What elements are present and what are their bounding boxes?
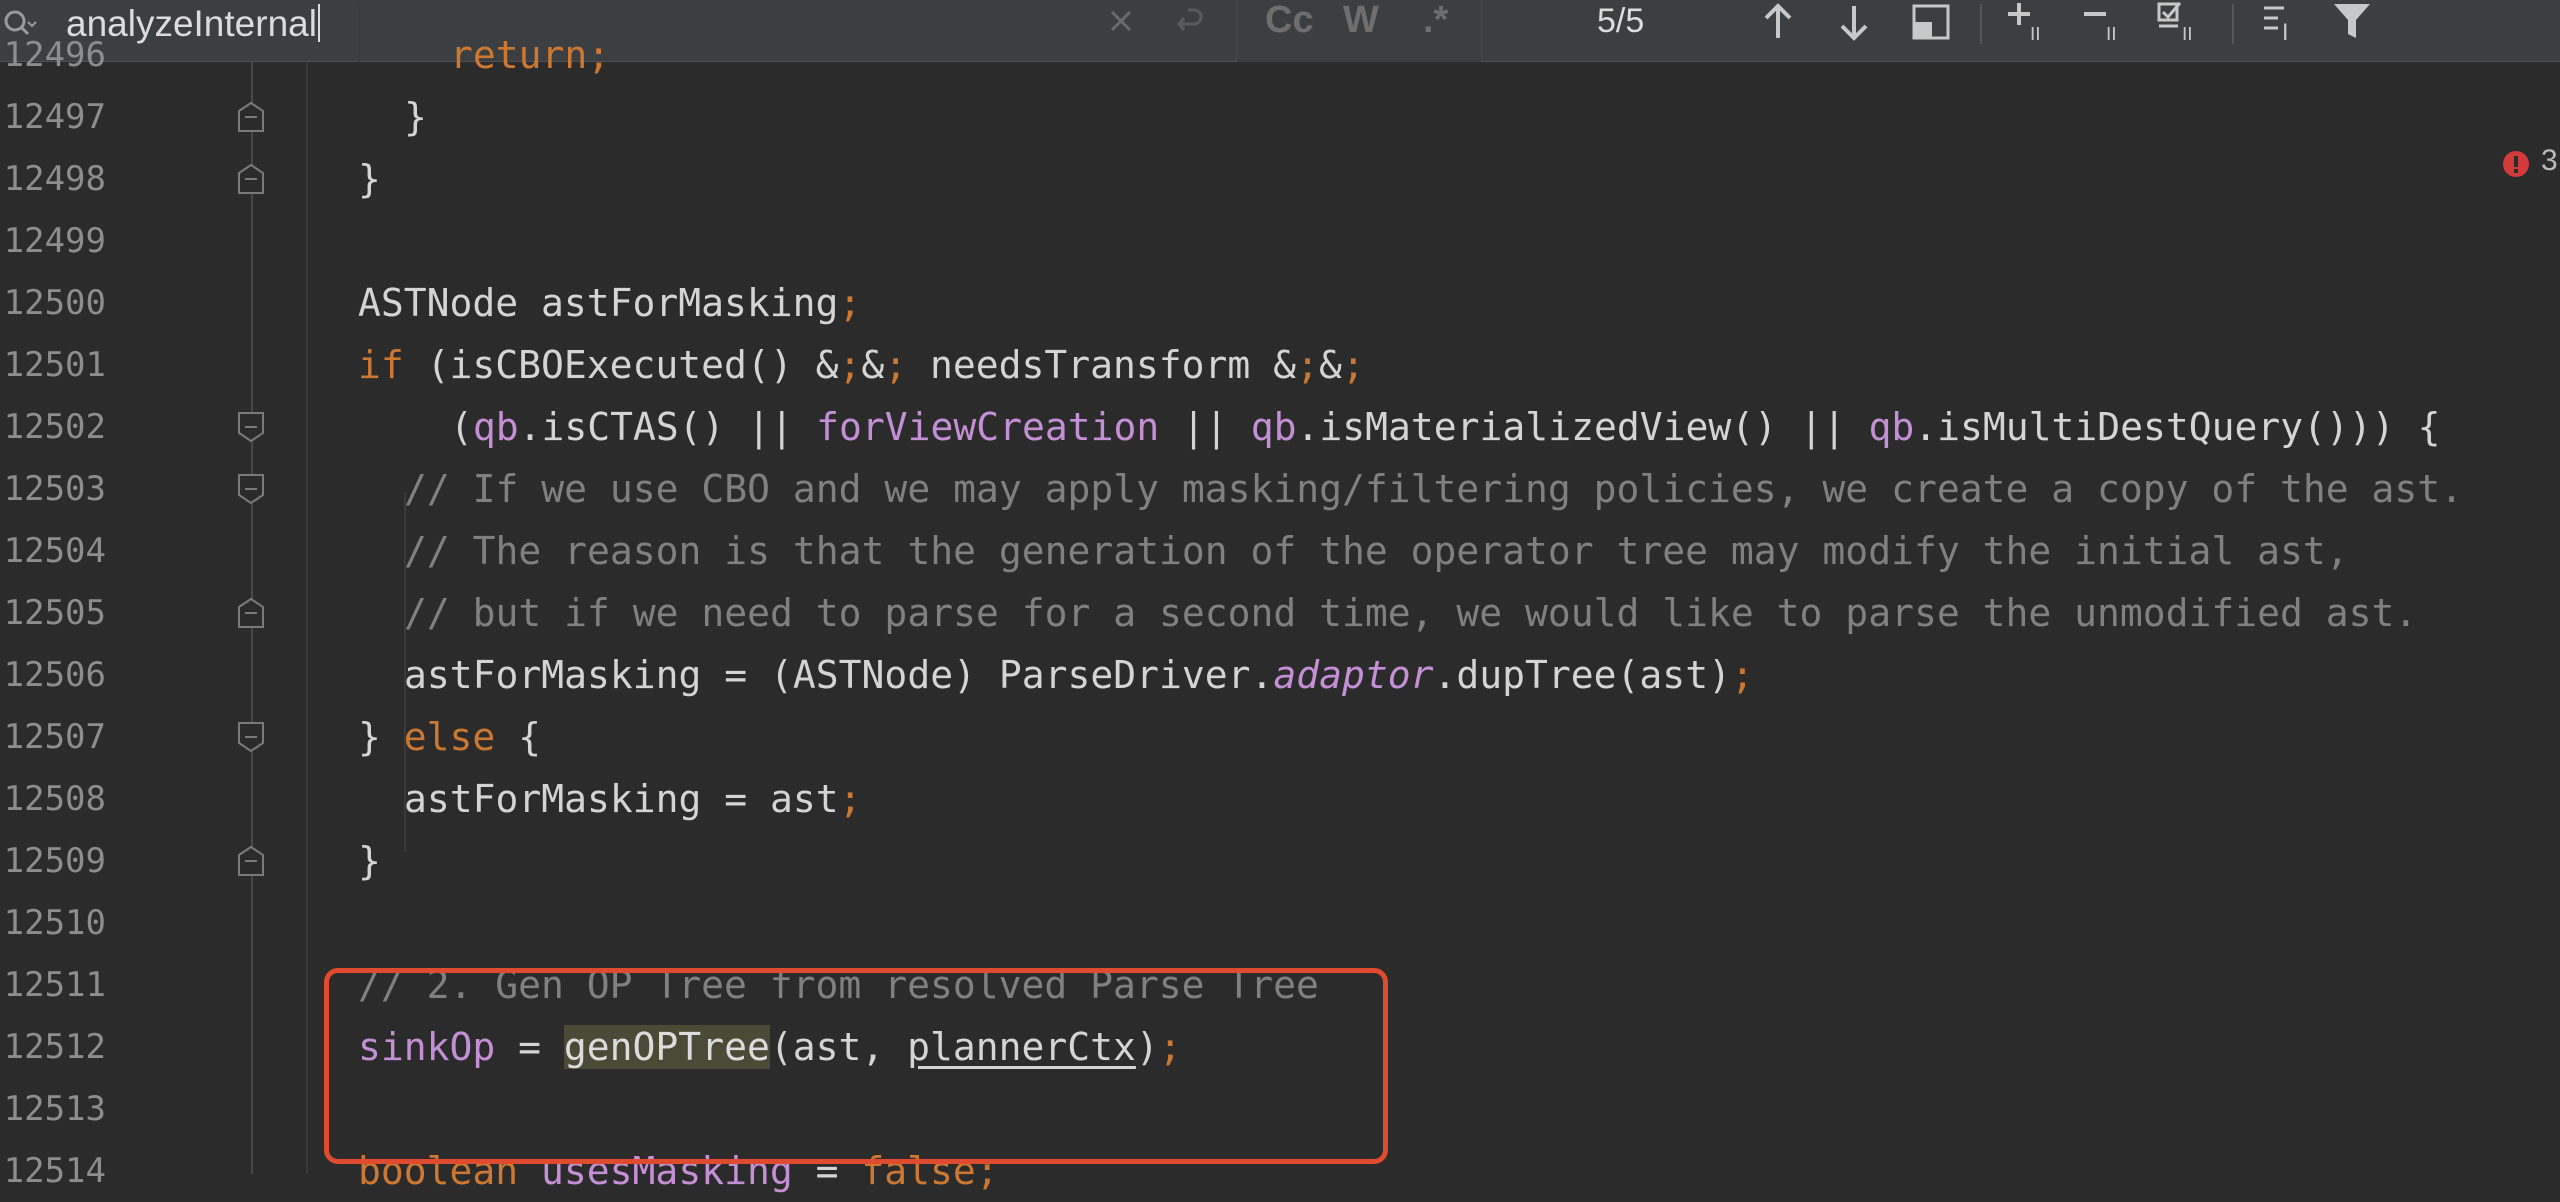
code-editor[interactable]: 12496 return; 12497} 12498} 12499 12500 ASTNod… <box>0 2 2560 1193</box>
line-number: 12509 <box>3 841 106 881</box>
code-text[interactable]: } else { <box>358 706 541 768</box>
code-text[interactable]: (qb.isCTAS() || forViewCreation || qb.is… <box>450 396 2440 458</box>
code-line: 12510 <box>0 892 2560 954</box>
line-number: 12502 <box>3 407 106 447</box>
code-line: 12505 // but if we need to parse for a se… <box>0 582 2560 644</box>
code-text[interactable]: // If we use CBO and we may apply maskin… <box>404 458 2463 520</box>
line-number: 12506 <box>3 655 106 695</box>
code-text[interactable]: // The reason is that the generation of … <box>404 520 2349 582</box>
code-line: 12509} <box>0 830 2560 892</box>
error-count: 3 <box>2541 144 2558 177</box>
code-text[interactable]: } <box>358 830 381 892</box>
line-number: 12504 <box>3 531 106 571</box>
line-number: 12503 <box>3 469 106 509</box>
fold-marker-icon[interactable] <box>236 845 266 877</box>
line-number: 12507 <box>3 717 106 757</box>
code-line: 12504 // The reason is that the generatio… <box>0 520 2560 582</box>
code-line: 12508 astForMasking = ast; <box>0 768 2560 830</box>
fold-marker-icon[interactable] <box>236 721 266 753</box>
fold-marker-icon[interactable] <box>236 101 266 133</box>
indent-guide <box>358 2 360 62</box>
indent-guide <box>404 492 406 822</box>
line-number: 12498 <box>3 159 106 199</box>
code-line: 12507 } else { <box>0 706 2560 768</box>
code-line: 12498} <box>0 148 2560 210</box>
line-number: 12499 <box>3 221 106 261</box>
fold-marker-icon[interactable] <box>236 411 266 443</box>
line-number: 12512 <box>3 1027 106 1067</box>
line-number: 12497 <box>3 97 106 137</box>
line-number: 12500 <box>3 283 106 323</box>
code-line: 12496 return; <box>0 24 2560 86</box>
code-text[interactable]: return; <box>450 24 610 86</box>
code-line: 12506 astForMasking = (ASTNode) ParseDriv… <box>0 644 2560 706</box>
code-text[interactable]: astForMasking = ast; <box>404 768 862 830</box>
indent-guide <box>404 792 406 852</box>
line-number: 12501 <box>3 345 106 385</box>
code-text[interactable]: if (isCBOExecuted() &;&; needsTransform … <box>358 334 1365 396</box>
line-number: 12513 <box>3 1089 106 1129</box>
code-line: 12501 if (isCBOExecuted() &;&; needsTrans… <box>0 334 2560 396</box>
code-line: 12497} <box>0 86 2560 148</box>
fold-marker-icon[interactable] <box>236 597 266 629</box>
code-text[interactable]: // but if we need to parse for a second … <box>404 582 2417 644</box>
line-number: 12511 <box>3 965 106 1005</box>
line-number: 12514 <box>3 1151 106 1191</box>
indent-guide <box>306 62 308 1174</box>
code-text[interactable]: } <box>358 148 381 210</box>
code-text[interactable]: ASTNode astForMasking; <box>358 272 861 334</box>
code-text[interactable]: } <box>404 86 427 148</box>
line-number: 12496 <box>3 35 106 75</box>
error-icon <box>2503 151 2529 177</box>
code-line: 12502 (qb.isCTAS() || forViewCreation || … <box>0 396 2560 458</box>
highlight-annotation-box <box>324 968 1388 1164</box>
line-number: 12510 <box>3 903 106 943</box>
fold-marker-icon[interactable] <box>236 473 266 505</box>
code-text[interactable]: astForMasking = (ASTNode) ParseDriver.ad… <box>404 644 1754 706</box>
code-line: 12499 <box>0 210 2560 272</box>
code-line: 12500 ASTNode astForMasking; <box>0 272 2560 334</box>
line-number: 12508 <box>3 779 106 819</box>
code-line: 12503 // If we use CBO and we may apply m… <box>0 458 2560 520</box>
fold-marker-icon[interactable] <box>236 163 266 195</box>
line-number: 12505 <box>3 593 106 633</box>
